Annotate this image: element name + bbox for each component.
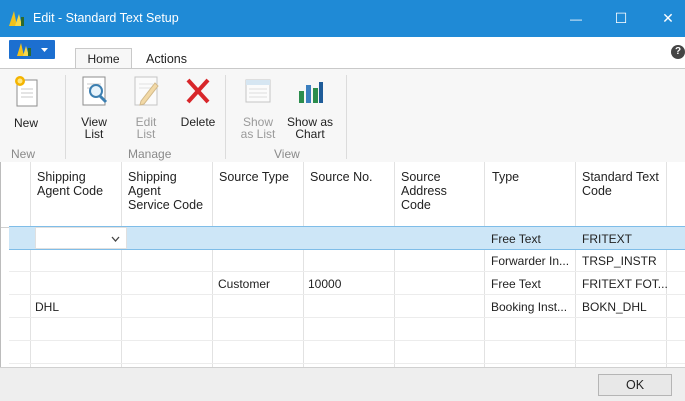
table-row[interactable]: Forwarder In... TRSP_INSTR [9,249,685,272]
minimize-button[interactable]: — [556,0,596,37]
standard-text-code-cell[interactable]: FRITEXT [582,232,632,246]
standard-text-code-cell[interactable]: BOKN_DHL [582,300,647,314]
delete-button[interactable]: Delete [176,69,220,139]
header-line: Source Type [219,170,289,184]
show-as-chart-button[interactable]: Show as Chart [284,69,336,141]
header-line: Standard Text [582,170,659,184]
title-bar: Edit - Standard Text Setup — ☐ ✕ [0,0,685,37]
minimize-icon: — [570,11,582,26]
edit-list-label-2: List [136,127,156,141]
new-button[interactable]: New [6,69,46,139]
ribbon: New New View List Edit List Delete Manag… [0,68,685,164]
header-line: Source [401,170,441,184]
header-line: Source No. [310,170,373,184]
header-line: Agent Code [37,184,104,198]
column-header-shipping-agent-code[interactable]: Shipping Agent Code [37,170,103,198]
new-button-label: New [13,116,38,130]
close-button[interactable]: ✕ [648,0,685,37]
source-no-cell[interactable]: 10000 [308,277,341,291]
help-icon[interactable]: ? [671,45,685,59]
type-cell[interactable]: Free Text [491,277,541,291]
view-group-label: View [274,147,300,161]
tab-actions[interactable]: Actions [146,52,187,66]
edit-list-icon [134,76,159,106]
show-as-list-label-2: as List [240,127,276,141]
chart-icon [299,82,323,103]
chevron-down-icon [41,48,48,52]
delete-label: Delete [180,115,216,129]
chevron-down-icon [111,236,120,242]
table-row[interactable] [9,318,685,341]
new-document-icon [15,76,38,107]
view-list-icon [82,76,108,106]
maximize-icon: ☐ [614,10,628,26]
view-list-button[interactable]: View List [72,69,116,141]
type-cell[interactable]: Booking Inst... [491,300,567,314]
app-logo-icon [9,11,24,26]
group-divider [65,75,66,159]
header-line: Shipping [128,170,177,184]
shipping-agent-code-dropdown[interactable] [35,227,127,249]
standard-text-code-cell[interactable]: FRITEXT FOT... [582,277,668,291]
type-cell[interactable]: Free Text [491,232,541,246]
header-line: Shipping [37,170,86,184]
edit-list-button[interactable]: Edit List [124,69,168,141]
list-view-icon [245,79,271,103]
header-line: Type [492,170,520,184]
show-as-chart-label-2: Chart [295,127,325,141]
header-line: Address [401,184,447,198]
close-icon: ✕ [662,10,674,26]
view-list-label-2: List [84,127,104,141]
source-type-cell[interactable]: Customer [218,277,270,291]
new-group-label: New [11,147,36,161]
app-menu-button[interactable] [9,40,55,59]
column-header-source-no[interactable]: Source No. [310,170,373,184]
table-row[interactable]: Free Text FRITEXT [9,226,685,250]
shipping-agent-code-cell[interactable]: DHL [35,300,59,314]
header-line: Code [582,184,612,198]
column-header-type[interactable]: Type [492,170,519,184]
group-divider [346,75,347,159]
column-header-source-address-code[interactable]: Source Address Code [401,170,447,212]
standard-text-code-cell[interactable]: TRSP_INSTR [582,254,657,268]
window-title: Edit - Standard Text Setup [33,11,179,25]
dialog-footer [0,367,685,401]
column-header-source-type[interactable]: Source Type [219,170,289,184]
tab-home[interactable]: Home [75,48,132,70]
delete-icon [186,78,210,104]
app-menu-logo-icon [17,43,31,56]
table-row[interactable] [9,341,685,364]
tab-home-label: Home [87,52,120,66]
column-header-shipping-agent-service-code[interactable]: Shipping Agent Service Code [128,170,203,212]
show-as-list-button[interactable]: Show as List [236,69,280,141]
header-line: Code [401,198,431,212]
group-divider [225,75,226,159]
table-row[interactable]: Customer 10000 Free Text FRITEXT FOT... [9,272,685,295]
standard-text-grid: Shipping Agent Code Shipping Agent Servi… [0,162,685,367]
column-header-standard-text-code[interactable]: Standard Text Code [582,170,659,198]
maximize-button[interactable]: ☐ [601,0,641,37]
header-line: Service Code [128,198,204,212]
manage-group-label: Manage [128,147,172,161]
table-row[interactable]: DHL Booking Inst... BOKN_DHL [9,295,685,318]
type-cell[interactable]: Forwarder In... [491,254,569,268]
header-line: Agent [128,184,161,198]
ok-button[interactable]: OK [598,374,672,396]
